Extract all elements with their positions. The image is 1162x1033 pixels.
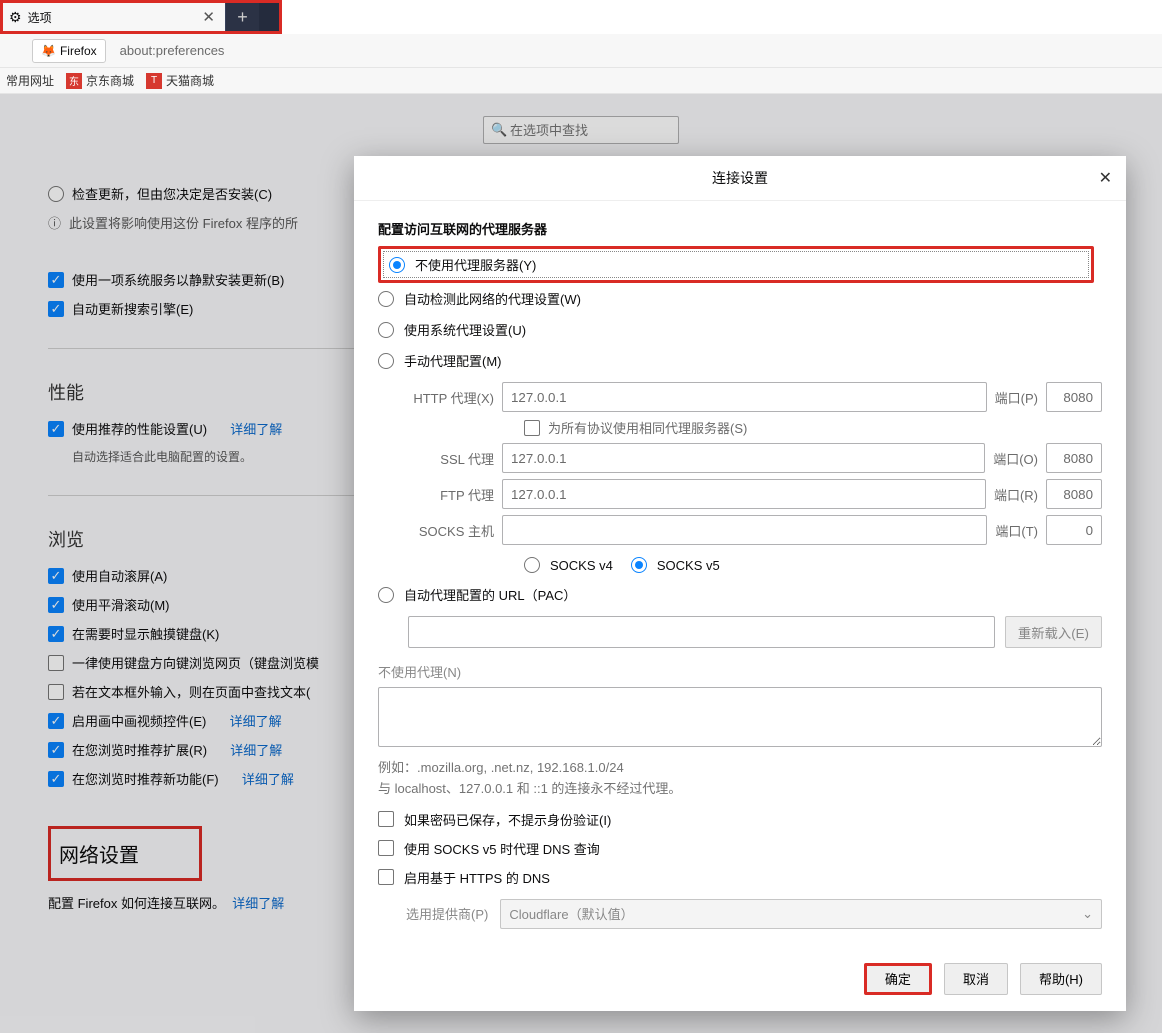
- no-proxy-label: 不使用代理(N): [378, 662, 1102, 681]
- radio-icon: [631, 557, 647, 573]
- checkbox-icon[interactable]: [378, 869, 394, 885]
- dialog-title: 连接设置: [712, 168, 768, 188]
- chk-socksdns-label: 使用 SOCKS v5 时代理 DNS 查询: [404, 839, 600, 858]
- checkbox-icon[interactable]: [378, 811, 394, 827]
- tab-bar: ⚙ 选项 ✕ +: [0, 0, 282, 34]
- socks-v5-option[interactable]: SOCKS v5: [631, 551, 720, 579]
- dialog-header: 连接设置 ✕: [354, 156, 1126, 200]
- identity-box[interactable]: 🦊 Firefox: [32, 39, 106, 63]
- close-icon[interactable]: ✕: [1099, 168, 1112, 188]
- bookmark-tmall[interactable]: T天猫商城: [146, 72, 214, 89]
- http-port-input[interactable]: [1046, 382, 1102, 412]
- tab-title: 选项: [28, 9, 193, 26]
- ssl-label: SSL 代理: [408, 449, 494, 468]
- preferences-page: 🔍 检查更新，但由您决定是否安装(C) ⓘ 此设置将影响使用这份 Firefox…: [0, 94, 1162, 1033]
- connection-settings-dialog: 连接设置 ✕ 配置访问互联网的代理服务器 不使用代理服务器(Y) 自动检测此网络…: [354, 156, 1126, 1011]
- identity-label: Firefox: [60, 44, 97, 58]
- socks-port-label: 端口(T): [995, 521, 1038, 540]
- socks-port-input[interactable]: [1046, 515, 1102, 545]
- proxy-option-none[interactable]: 不使用代理服务器(Y): [378, 246, 1094, 283]
- dialog-footer: 确定 取消 帮助(H): [354, 947, 1126, 1011]
- ftp-port-label: 端口(R): [994, 485, 1038, 504]
- firefox-icon: 🦊: [41, 44, 56, 58]
- http-proxy-input[interactable]: [502, 382, 987, 412]
- radio-icon: [378, 291, 394, 307]
- tab-options[interactable]: ⚙ 选项 ✕: [3, 3, 225, 31]
- chk-doh-label: 启用基于 HTTPS 的 DNS: [404, 868, 550, 887]
- no-proxy-textarea[interactable]: [378, 687, 1102, 747]
- ssl-port-input[interactable]: [1046, 443, 1102, 473]
- tmall-icon: T: [146, 73, 162, 89]
- bookmark-common[interactable]: 常用网址: [6, 72, 54, 89]
- gear-icon: ⚙: [9, 9, 22, 26]
- proxy-option-pac[interactable]: 自动代理配置的 URL（PAC）: [378, 579, 1102, 610]
- chk-auth-label: 如果密码已保存，不提示身份验证(I): [404, 810, 611, 829]
- chevron-down-icon: ⌄: [1082, 906, 1093, 922]
- url-text[interactable]: about:preferences: [114, 43, 231, 58]
- opt-auto-label: 自动检测此网络的代理设置(W): [404, 289, 581, 308]
- checkbox-icon[interactable]: [524, 420, 540, 436]
- no-proxy-hint: 例如：.mozilla.org, .net.nz, 192.168.1.0/24…: [378, 758, 1102, 800]
- opt-pac-label: 自动代理配置的 URL（PAC）: [404, 585, 576, 604]
- proxy-option-autodetect[interactable]: 自动检测此网络的代理设置(W): [378, 283, 1102, 314]
- new-tab-button[interactable]: +: [225, 3, 259, 31]
- bookmark-jd[interactable]: 东京东商城: [66, 72, 134, 89]
- same-proxy-label: 为所有协议使用相同代理服务器(S): [548, 418, 747, 437]
- ok-button[interactable]: 确定: [864, 963, 932, 995]
- close-icon[interactable]: ✕: [198, 8, 219, 26]
- radio-icon: [524, 557, 540, 573]
- http-label: HTTP 代理(X): [408, 388, 494, 407]
- socks-v4-option[interactable]: SOCKS v4: [524, 551, 613, 579]
- opt-sys-label: 使用系统代理设置(U): [404, 320, 526, 339]
- pac-url-input[interactable]: [408, 616, 995, 648]
- ssl-proxy-input[interactable]: [502, 443, 985, 473]
- reload-button[interactable]: 重新载入(E): [1005, 616, 1102, 648]
- radio-icon: [378, 322, 394, 338]
- opt-none-label: 不使用代理服务器(Y): [415, 255, 536, 274]
- radio-icon: [389, 257, 405, 273]
- ssl-port-label: 端口(O): [993, 449, 1038, 468]
- socks-label: SOCKS 主机: [408, 521, 494, 540]
- provider-label: 选用提供商(P): [406, 904, 488, 923]
- checkbox-icon[interactable]: [378, 840, 394, 856]
- jd-icon: 东: [66, 73, 82, 89]
- ftp-label: FTP 代理: [408, 485, 494, 504]
- group-title: 配置访问互联网的代理服务器: [378, 219, 1102, 238]
- proxy-option-manual[interactable]: 手动代理配置(M): [378, 345, 1102, 376]
- provider-select[interactable]: Cloudflare（默认值） ⌄: [500, 899, 1102, 929]
- radio-icon: [378, 353, 394, 369]
- socks-host-input[interactable]: [502, 515, 987, 545]
- radio-icon: [378, 587, 394, 603]
- cancel-button[interactable]: 取消: [944, 963, 1008, 995]
- bookmarks-bar: 常用网址 东京东商城 T天猫商城: [0, 68, 1162, 94]
- url-bar: 🦊 Firefox about:preferences: [0, 34, 1162, 68]
- proxy-option-system[interactable]: 使用系统代理设置(U): [378, 314, 1102, 345]
- opt-manual-label: 手动代理配置(M): [404, 351, 502, 370]
- help-button[interactable]: 帮助(H): [1020, 963, 1102, 995]
- ftp-proxy-input[interactable]: [502, 479, 986, 509]
- ftp-port-input[interactable]: [1046, 479, 1102, 509]
- http-port-label: 端口(P): [995, 388, 1038, 407]
